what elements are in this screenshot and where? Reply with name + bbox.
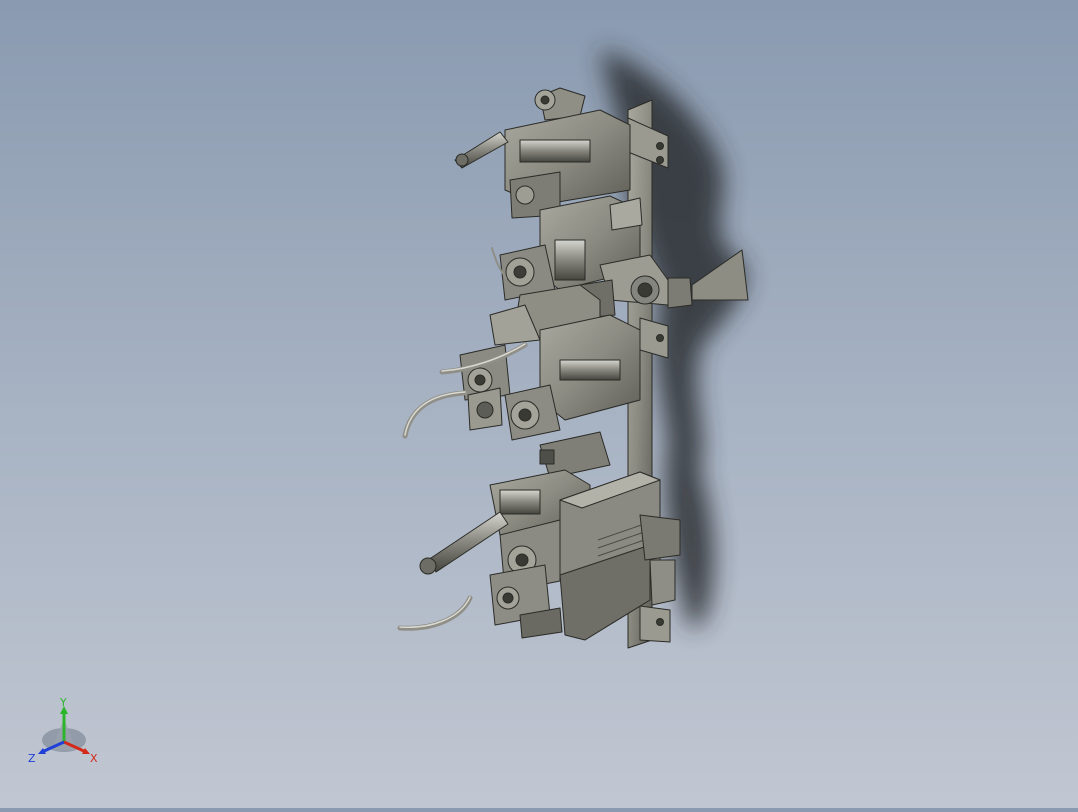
bottom-cylinder	[427, 511, 509, 573]
bottom-flange	[639, 605, 671, 643]
triad-graphic: Y X Z	[28, 696, 98, 765]
x-axis-label: X	[90, 752, 98, 765]
graphics-viewport[interactable]: Y X Z	[0, 0, 1078, 808]
view-orientation-triad[interactable]: Y X Z	[22, 694, 108, 770]
model-view[interactable]	[0, 0, 1078, 808]
y-axis-label: Y	[59, 696, 67, 709]
z-axis-label: Z	[28, 752, 36, 765]
